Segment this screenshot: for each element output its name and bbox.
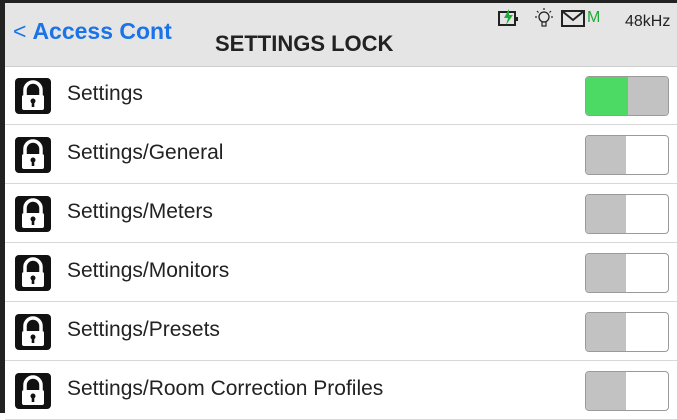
lock-icon [15,373,51,409]
light-bulb-icon [535,8,553,27]
list-item: Settings [5,66,677,125]
toggle-fill [586,77,628,115]
back-button[interactable]: < Access Cont [13,18,172,45]
settings-lock-list: Settings Settings/General Settings/Meter… [5,66,677,420]
toggle-settings-monitors[interactable] [585,253,669,293]
header-bar: < Access Cont SETTINGS LOCK M 48kHz [5,3,677,67]
toggle-knob [586,254,626,292]
sample-rate-label: 48kHz [625,13,671,30]
lock-icon [15,314,51,350]
list-item: Settings/General [5,125,677,184]
m-status-label: M [587,9,601,26]
lock-icon [15,78,51,114]
page-title: SETTINGS LOCK [215,31,394,56]
list-item: Settings/Meters [5,184,677,243]
list-item: Settings/Presets [5,302,677,361]
back-button-label: Access Cont [32,18,172,44]
toggle-knob [586,136,626,174]
list-item-label: Settings/Meters [67,200,213,223]
list-item: Settings/Monitors [5,243,677,302]
toggle-settings-meters[interactable] [585,194,669,234]
toggle-knob [586,313,626,351]
battery-charging-icon [498,9,518,26]
list-item-label: Settings/Room Correction Profiles [67,377,384,400]
toggle-knob [586,372,626,410]
lock-icon [15,255,51,291]
toggle-knob [586,195,626,233]
lock-icon [15,137,51,173]
toggle-settings[interactable] [585,76,669,116]
mail-icon [561,10,585,27]
lock-icon [15,196,51,232]
toggle-settings-room-correction-profiles[interactable] [585,371,669,411]
list-item-label: Settings/General [67,141,224,164]
toggle-knob [628,77,668,115]
toggle-settings-general[interactable] [585,135,669,175]
chevron-left-icon: < [13,18,27,44]
list-item-label: Settings/Presets [67,318,220,341]
list-item: Settings/Room Correction Profiles [5,361,677,420]
list-item-label: Settings/Monitors [67,259,230,282]
list-item-label: Settings [67,82,143,105]
toggle-settings-presets[interactable] [585,312,669,352]
